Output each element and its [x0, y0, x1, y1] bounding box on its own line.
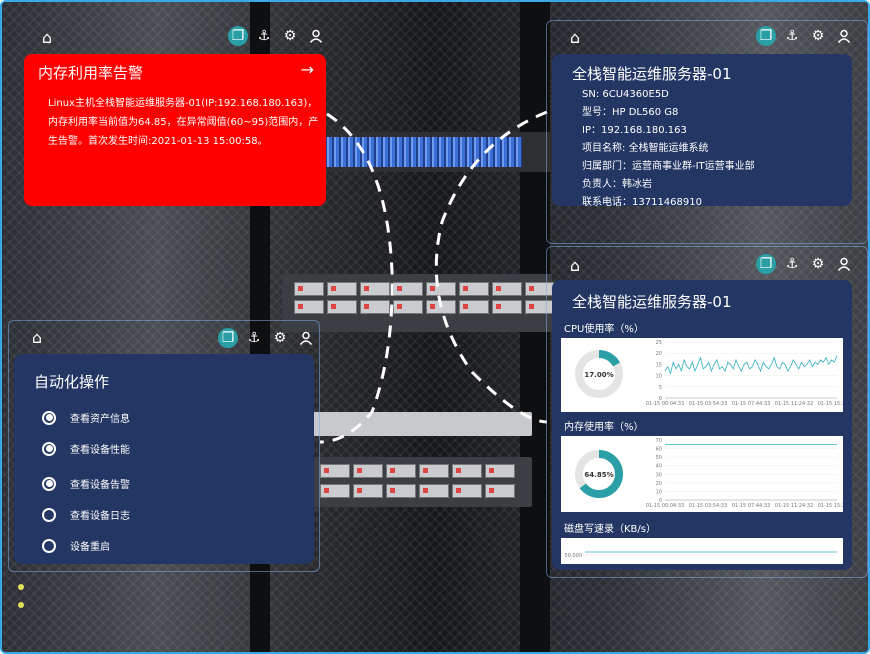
arrow-right-icon[interactable]: →: [301, 60, 314, 79]
home-icon[interactable]: ⌂: [566, 256, 584, 275]
anchor-icon[interactable]: ⚓: [254, 26, 274, 46]
user-icon[interactable]: [834, 26, 854, 46]
gear-icon[interactable]: ⚙: [808, 26, 828, 46]
info-row-owner: 负责人：韩冰岩: [582, 179, 652, 190]
x-tick-label: 01-15 15:24:32: [818, 401, 843, 407]
home-icon[interactable]: ⌂: [566, 28, 584, 47]
x-tick-label: 01-15 03:54:33: [689, 401, 728, 407]
x-tick-label: 01-15 03:54:33: [689, 503, 728, 509]
ops-option-performance[interactable]: 查看设备性能: [42, 433, 130, 464]
y-tick-label: 20: [656, 351, 662, 357]
cpu-usage-label: CPU使用率（%）: [564, 324, 644, 335]
x-tick-label: 01-15 00:04:33: [646, 401, 685, 407]
cpu-usage-chart: 17.00%051015202501-15 00:04:33 01-15 03:5…: [575, 340, 856, 407]
automation-panel: 自动化操作 查看资产信息 查看设备性能 查看设备告警 查看设备日志 设备重启: [14, 354, 314, 564]
y-tick-label: 10: [656, 374, 662, 380]
layers-icon[interactable]: ❐: [756, 26, 776, 46]
status-dot: [18, 584, 24, 590]
y-tick-label: 40: [656, 464, 662, 470]
radio-checked-icon[interactable]: [42, 441, 56, 456]
network-cables: [322, 137, 522, 167]
anchor-icon[interactable]: ⚓: [782, 26, 802, 46]
y-tick-label: 70: [656, 438, 662, 444]
memory-chart-box: 64.85% 0 10 20 30 40 50 60 70 01-15 00:04:33 01-15…: [561, 436, 856, 512]
memory-alert-panel: 内存利用率告警 → Linux主机全栈智能运维服务器-01(IP:192.168…: [24, 54, 326, 206]
server-info-list: SN: 6CU4360E5D 型号：HP DL560 G8 IP：192.168…: [582, 86, 755, 212]
donut-center-label: 17.00%: [584, 371, 613, 379]
gear-icon[interactable]: ⚙: [808, 254, 828, 274]
anchor-icon[interactable]: ⚓: [782, 254, 802, 274]
ops-option-alarm[interactable]: 查看设备告警: [42, 468, 130, 499]
x-tick-label: 01-15 07:44:33: [732, 503, 771, 509]
y-tick-label: 30: [656, 472, 662, 478]
drive-bay: [320, 484, 515, 498]
ops-toolbar: ❐ ⚓ ⚙: [218, 328, 316, 348]
radio-checked-icon[interactable]: [42, 410, 56, 425]
x-tick-label: 01-15 07:44:33: [732, 401, 771, 407]
info-row-ip: IP：192.168.180.163: [582, 125, 687, 136]
radio-unchecked-icon[interactable]: [42, 538, 56, 553]
automation-options: 查看资产信息 查看设备性能 查看设备告警 查看设备日志 设备重启: [42, 402, 130, 561]
perf-toolbar: ❐ ⚓ ⚙: [756, 254, 854, 274]
drive-bay: [294, 300, 555, 314]
user-icon[interactable]: [834, 254, 854, 274]
cpu-chart-box: 17.00% 0 5 10 15 20 25 01-15 00:04:33 01-15 03:5…: [561, 338, 856, 412]
y-tick-label: 50: [656, 455, 662, 461]
home-icon[interactable]: ⌂: [38, 28, 56, 47]
ar-view-frame: ⌂ ❐ ⚓ ⚙ 内存利用率告警 → Linux主机全栈智能运维服务器-01(IP…: [0, 0, 870, 654]
status-dot: [18, 602, 24, 608]
performance-title: 全栈智能运维服务器-01: [572, 293, 732, 311]
ops-option-asset[interactable]: 查看资产信息: [42, 402, 130, 433]
info-row-phone: 联系电话：13711468910: [582, 197, 702, 208]
automation-title: 自动化操作: [34, 373, 110, 391]
user-icon[interactable]: [306, 26, 326, 46]
x-tick-label: 01-15 11:24:32: [775, 503, 814, 509]
info-row-sn: SN: 6CU4360E5D: [582, 89, 669, 100]
radio-checked-icon[interactable]: [42, 476, 56, 491]
x-tick-label: 01-15 00:04:33: [646, 503, 685, 509]
performance-panel: 全栈智能运维服务器-01 CPU使用率（%） 17.00% 0 5 10 15 20 25 0…: [552, 280, 856, 574]
y-tick-label: 20: [656, 481, 662, 487]
info-row-project: 项目名称: 全栈智能运维系统: [582, 143, 709, 154]
drive-bay: [294, 282, 555, 296]
drive-bay: [320, 464, 515, 478]
switch-unit: [302, 412, 532, 436]
user-icon[interactable]: [296, 328, 316, 348]
y-tick-label: 25: [656, 340, 662, 346]
x-tick-label: 01-15 15:24:32: [818, 503, 843, 509]
gear-icon[interactable]: ⚙: [270, 328, 290, 348]
anchor-icon[interactable]: ⚓: [244, 328, 264, 348]
disk-chart-box: 40,00050,000: [561, 538, 843, 574]
alert-title: 内存利用率告警: [38, 64, 144, 82]
layers-icon[interactable]: ❐: [218, 328, 238, 348]
server-info-panel: 全栈智能运维服务器-01 SN: 6CU4360E5D 型号：HP DL560 …: [552, 54, 852, 208]
info-toolbar: ❐ ⚓ ⚙: [756, 26, 854, 46]
info-row-model: 型号：HP DL560 G8: [582, 107, 679, 118]
y-tick-label: 60: [656, 447, 662, 453]
y-tick-label: 10: [656, 489, 662, 495]
memory-usage-label: 内存使用率（%）: [564, 422, 644, 433]
radio-unchecked-icon[interactable]: [42, 507, 56, 522]
y-tick-label: 50,000: [565, 553, 583, 559]
memory-usage-chart: 64.85%01020304050607001-15 00:04:33 01-15…: [575, 438, 856, 509]
home-icon[interactable]: ⌂: [28, 328, 46, 347]
y-tick-label: 15: [656, 362, 662, 368]
alert-message: Linux主机全栈智能运维服务器-01(IP:192.168.180.163)，…: [48, 98, 319, 147]
info-row-department: 归属部门：运营商事业群-IT运营事业部: [582, 161, 755, 172]
layers-icon[interactable]: ❐: [756, 254, 776, 274]
y-tick-label: 5: [659, 385, 662, 391]
alert-toolbar: ❐ ⚓ ⚙: [228, 26, 326, 46]
gear-icon[interactable]: ⚙: [280, 26, 300, 46]
donut-center-label: 64.85%: [584, 471, 613, 479]
ops-option-log[interactable]: 查看设备日志: [42, 499, 130, 530]
layers-icon[interactable]: ❐: [228, 26, 248, 46]
ops-option-reboot[interactable]: 设备重启: [42, 530, 130, 561]
x-tick-label: 01-15 11:24:32: [775, 401, 814, 407]
server-info-title: 全栈智能运维服务器-01: [572, 65, 732, 83]
disk-write-label: 磁盘写速录（KB/s）: [564, 524, 656, 535]
disk-write-chart: 40,00050,000: [565, 551, 837, 574]
